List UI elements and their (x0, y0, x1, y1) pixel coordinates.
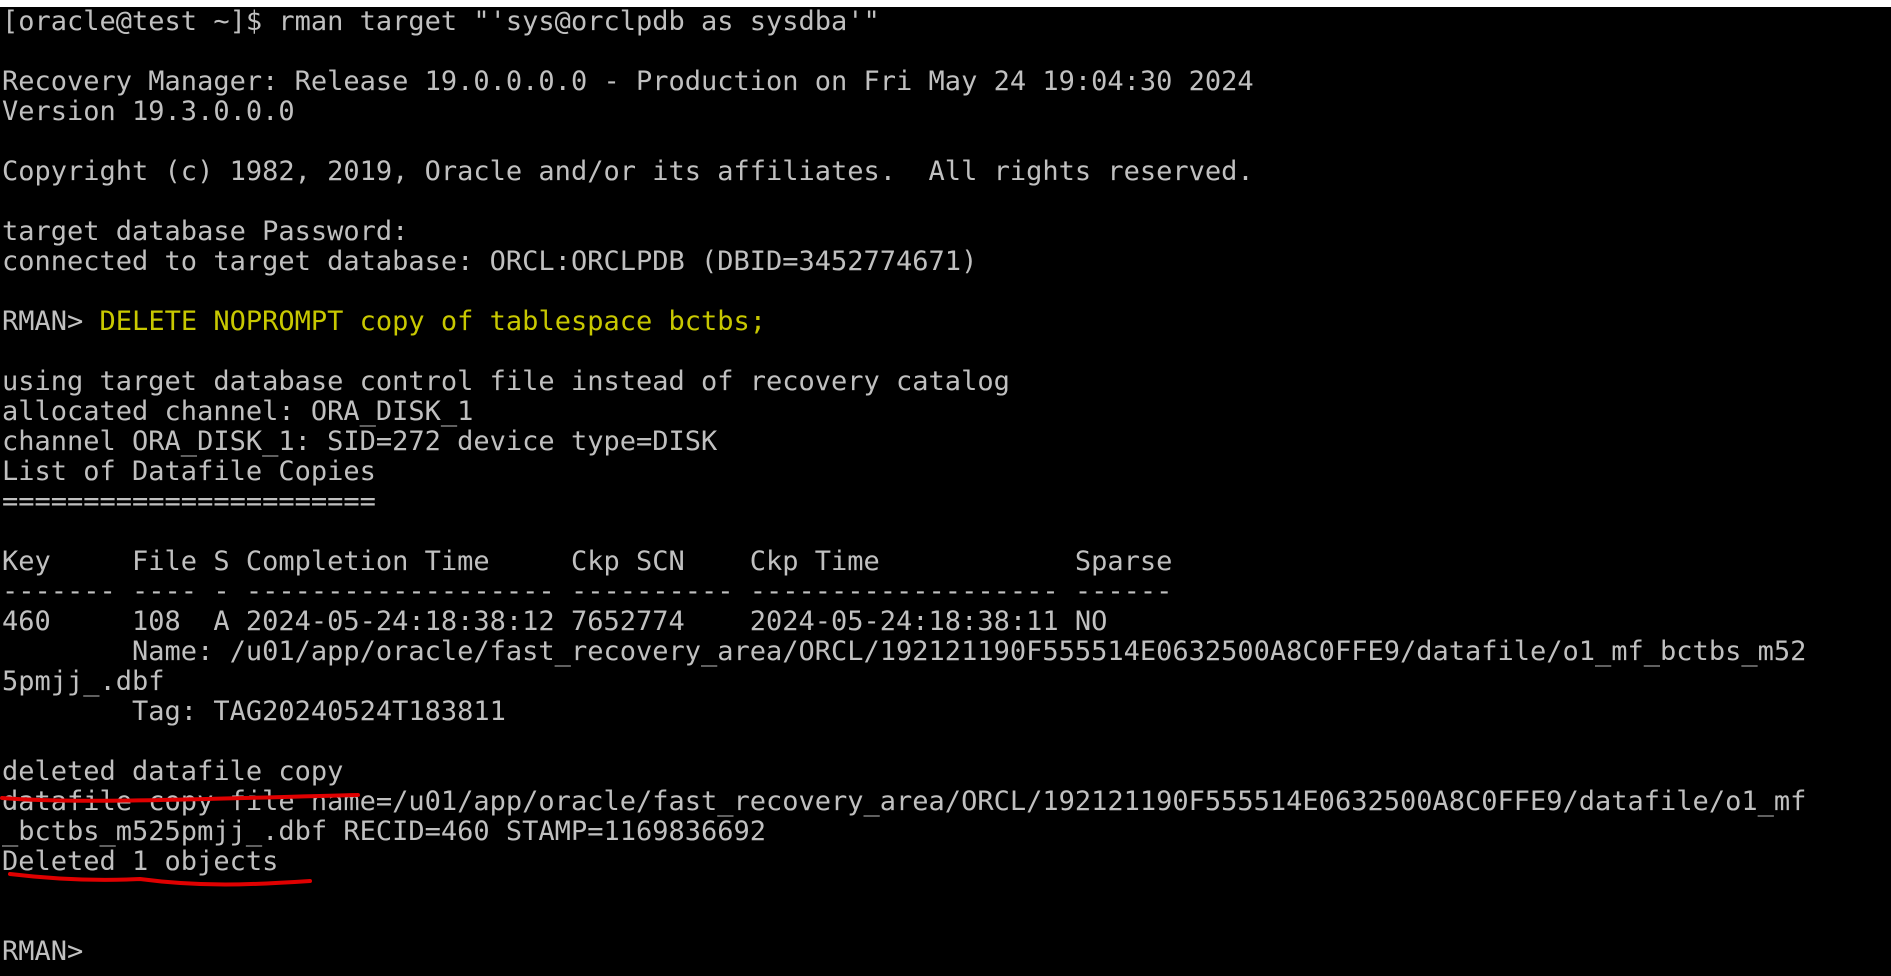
annotation-underline-1 (0, 793, 360, 803)
annotation-underline-2 (8, 872, 312, 887)
annotation-underlines (0, 793, 360, 887)
terminal-window[interactable]: [oracle@test ~]$ rman target "'sys@orclp… (0, 7, 1891, 976)
